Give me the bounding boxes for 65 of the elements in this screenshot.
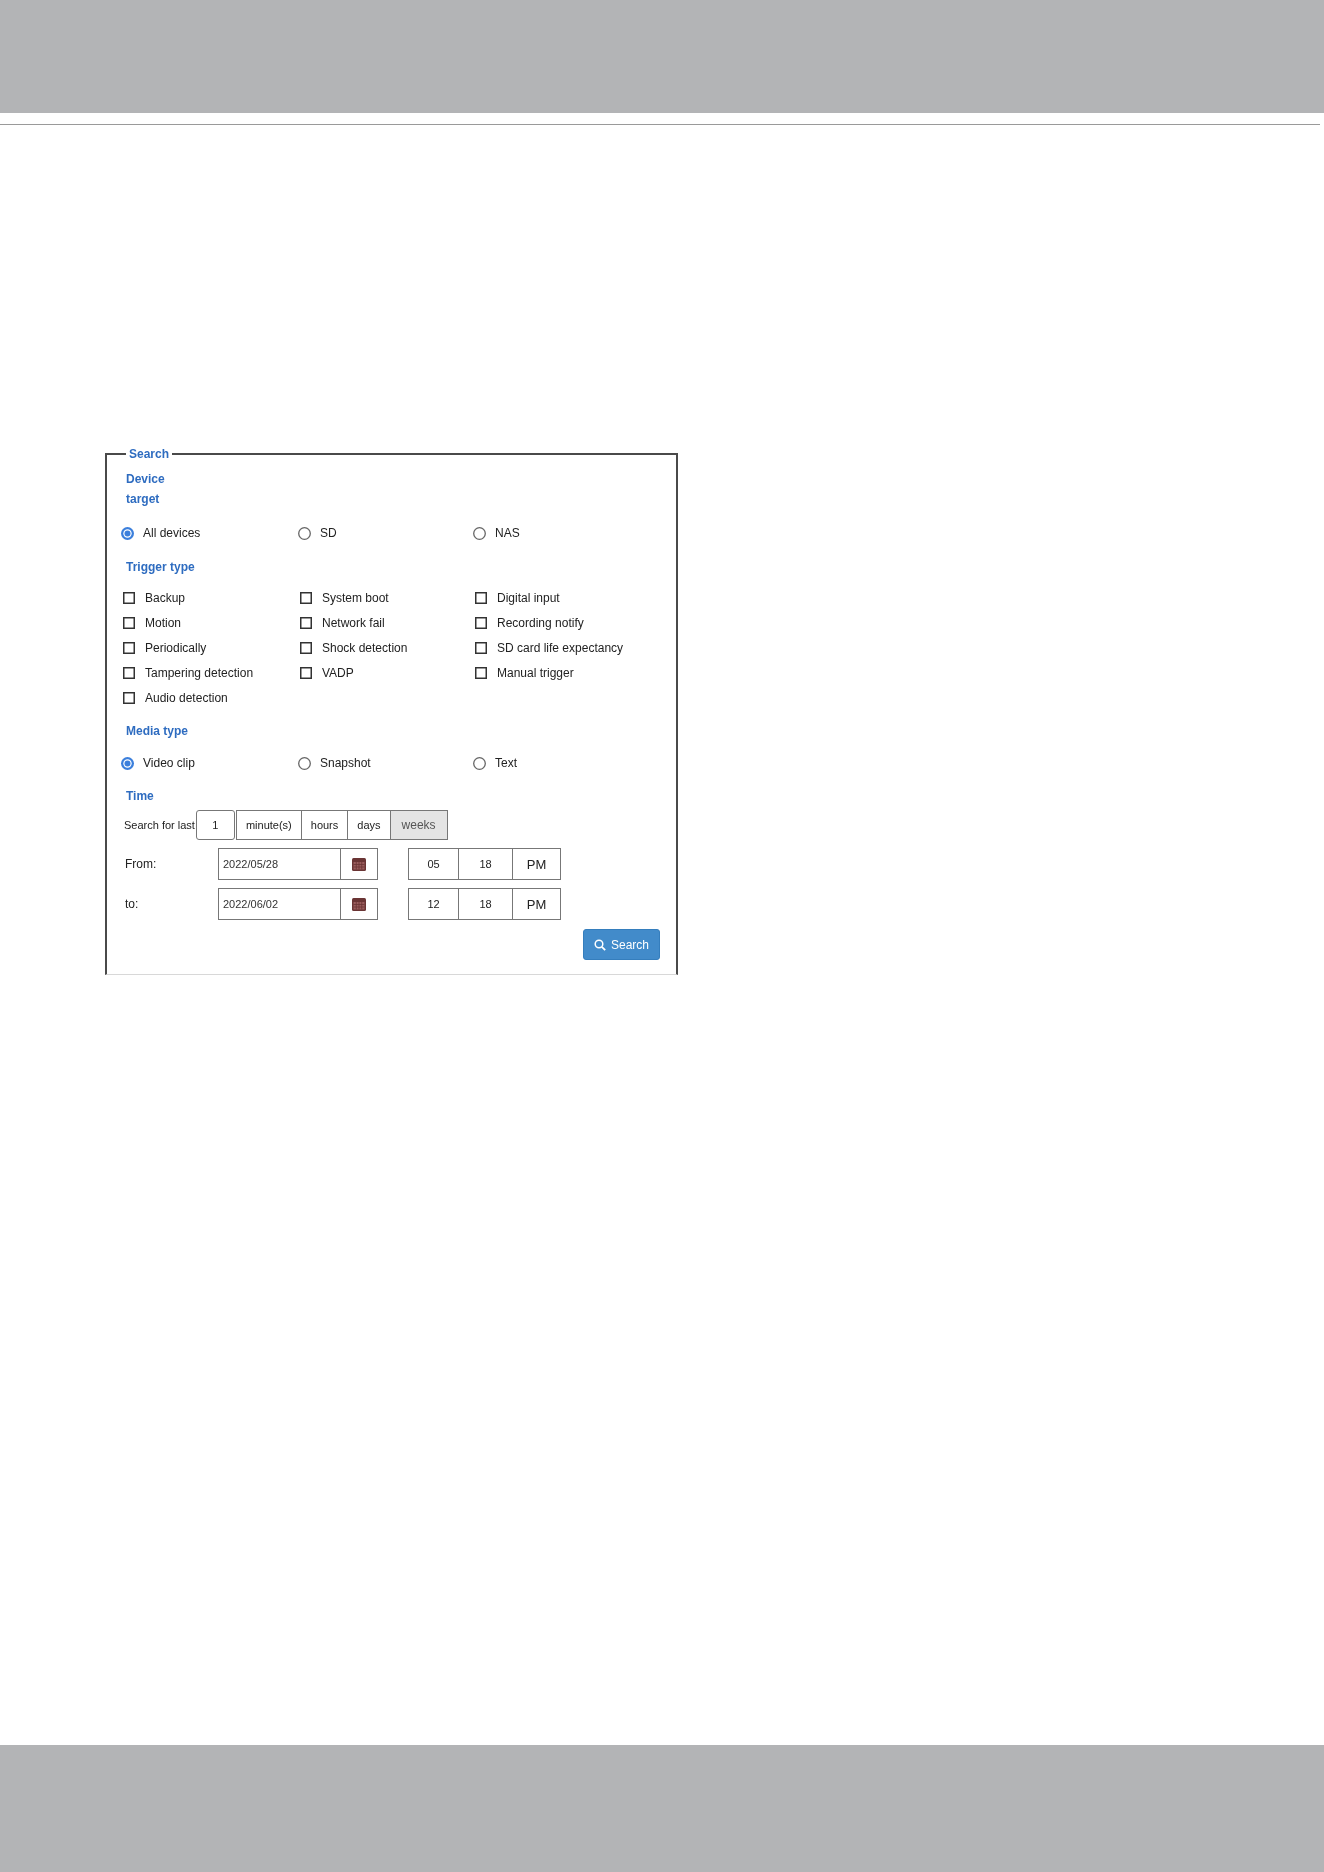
section-heading: Trigger type <box>126 559 195 576</box>
field-label: From: <box>125 857 158 871</box>
radio-option[interactable]: NAS <box>473 522 520 544</box>
checkbox-option[interactable]: SD card life expectancy <box>473 635 624 660</box>
radio-icon[interactable] <box>473 756 486 770</box>
unit-button[interactable]: weeks <box>389 810 448 840</box>
panel-title: Search <box>128 447 171 461</box>
radio-option[interactable]: Text <box>473 752 517 774</box>
radio-option[interactable]: SD <box>298 522 337 544</box>
checkbox-icon[interactable] <box>475 616 487 629</box>
number-field[interactable]: 1 <box>195 810 235 840</box>
search-button[interactable]: Search <box>582 929 660 960</box>
minute-field[interactable]: 18 <box>459 848 513 880</box>
calendar-icon <box>352 857 366 871</box>
date-field[interactable]: 2022/06/02 <box>218 888 340 920</box>
hour-field[interactable]: 12 <box>408 888 459 920</box>
section-heading: Media type <box>126 723 188 740</box>
checkbox-option[interactable]: VADP <box>298 660 354 685</box>
section-heading: Device target <box>126 471 165 508</box>
checkbox-option[interactable]: Backup <box>121 585 186 610</box>
period-select[interactable]: PM <box>513 888 561 920</box>
calendar-icon <box>352 897 366 911</box>
calendar-button[interactable] <box>340 888 378 920</box>
radio-icon[interactable] <box>298 526 311 540</box>
section-heading: Time <box>126 788 154 805</box>
radio-icon[interactable] <box>473 526 486 540</box>
date-field[interactable]: 2022/05/28 <box>218 848 340 880</box>
checkbox-option[interactable]: Manual trigger <box>473 660 574 685</box>
checkbox-option[interactable]: Motion <box>121 610 182 635</box>
checkbox-option[interactable]: Tampering detection <box>121 660 254 685</box>
calendar-button[interactable] <box>340 848 378 880</box>
checkbox-option[interactable]: Audio detection <box>121 685 228 710</box>
checkbox-icon[interactable] <box>123 616 135 629</box>
checkbox-icon[interactable] <box>300 591 312 604</box>
checkbox-icon[interactable] <box>300 641 312 654</box>
search-icon <box>593 938 606 951</box>
unit-button[interactable]: days <box>347 810 391 840</box>
checkbox-option[interactable]: System boot <box>298 585 389 610</box>
checkbox-option[interactable]: Network fail <box>298 610 385 635</box>
unit-button[interactable]: hours <box>300 810 349 840</box>
field-label: Search for last <box>124 819 195 831</box>
field-label: to: <box>125 897 140 911</box>
radio-option[interactable]: All devices <box>121 522 201 544</box>
checkbox-icon[interactable] <box>475 591 487 604</box>
hour-field[interactable]: 05 <box>408 848 459 880</box>
checkbox-option[interactable]: Periodically <box>121 635 207 660</box>
minute-field[interactable]: 18 <box>459 888 513 920</box>
checkbox-icon[interactable] <box>300 616 312 629</box>
radio-icon[interactable] <box>121 526 134 540</box>
radio-option[interactable]: Video clip <box>121 752 195 774</box>
radio-icon[interactable] <box>298 756 311 770</box>
checkbox-option[interactable]: Digital input <box>473 585 560 610</box>
checkbox-icon[interactable] <box>123 641 135 654</box>
checkbox-option[interactable]: Recording notify <box>473 610 584 635</box>
radio-option[interactable]: Snapshot <box>298 752 371 774</box>
period-select[interactable]: PM <box>513 848 561 880</box>
checkbox-option[interactable]: Shock detection <box>298 635 408 660</box>
checkbox-icon[interactable] <box>123 591 135 604</box>
checkbox-icon[interactable] <box>300 666 312 679</box>
checkbox-icon[interactable] <box>475 641 487 654</box>
checkbox-icon[interactable] <box>475 666 487 679</box>
checkbox-icon[interactable] <box>123 691 135 704</box>
unit-button[interactable]: minute(s) <box>235 810 302 840</box>
radio-icon[interactable] <box>121 756 134 770</box>
checkbox-icon[interactable] <box>123 666 135 679</box>
